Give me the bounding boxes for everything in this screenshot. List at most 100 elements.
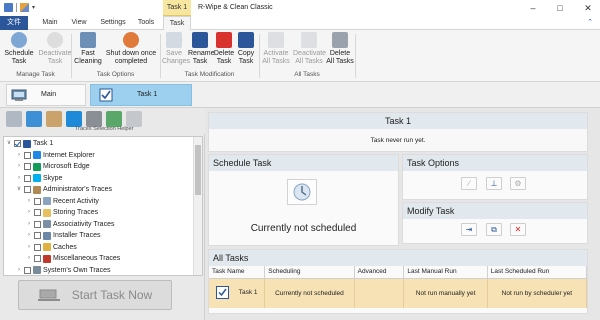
minimize-button[interactable]: – [521,0,545,16]
misc-icon [43,254,51,263]
tree-item-label: Miscellaneous Traces [53,255,121,262]
ribbon-button-schedule-task[interactable]: Schedule Task [2,32,36,66]
ribbon-button-deactivate-task[interactable]: Deactivate Task [38,32,72,66]
ribbon-button-copy-task[interactable]: Copy Task [235,32,257,66]
close-button[interactable]: ✕ [576,0,600,16]
tree-item[interactable]: › Internet Explorer [16,150,95,161]
tree-checkbox[interactable] [34,209,41,216]
last-scheduled-run-cell: Not run by scheduler yet [487,278,588,308]
traces-selection-helper: Traces Selection Helper [0,108,205,134]
collapse-arrow-icon[interactable]: › [16,161,22,172]
tree-item[interactable]: › Microsoft Edge [16,161,90,172]
tree-item[interactable]: › System's Own Traces [16,265,110,276]
collapse-arrow-icon[interactable]: › [26,207,32,218]
table-row[interactable]: Task 1 Currently not scheduled Not run m… [209,278,588,308]
tab-main[interactable]: Main [36,16,64,30]
tree-checkbox[interactable] [24,174,31,182]
dropdown-icon[interactable]: ▾ [32,4,35,11]
tree-item-label: Storing Traces [53,209,99,216]
ribbon-button-label: Schedule [4,50,34,57]
tree-checkbox[interactable] [24,151,31,159]
ribbon-tabs: 文件 Main View Settings Tools Task ⌃ [0,16,600,31]
tools-icon[interactable] [20,3,29,12]
tree-checkbox[interactable] [24,186,31,193]
cache-icon [43,243,51,251]
broom-button[interactable]: ∕ [461,177,477,190]
start-task-now-button[interactable]: Start Task Now [18,280,172,310]
collapse-arrow-icon[interactable]: › [26,242,32,253]
tree-checkbox[interactable] [34,255,41,262]
collapse-arrow-icon[interactable]: › [16,265,22,276]
expand-arrow-icon[interactable]: ∨ [6,138,12,149]
tree-item[interactable]: › Installer Traces [26,230,100,241]
app-icon[interactable] [4,3,13,12]
maximize-button[interactable]: □ [548,0,572,16]
tab-view[interactable]: View [66,16,92,30]
tree-checkbox[interactable] [34,232,41,239]
ribbon-button-activate-all-tasks[interactable]: Activate All Tasks [262,32,290,66]
tree-checkbox[interactable] [14,140,21,147]
tab-file[interactable]: 文件 [0,16,28,30]
eraser-icon [37,289,60,301]
column-header-task-name[interactable]: Task Name [209,266,266,279]
tree-item[interactable]: › Miscellaneous Traces [26,253,120,264]
tree-item[interactable]: ∨ Administrator's Traces [16,184,112,195]
registry-icon[interactable] [86,111,102,127]
collapse-arrow-icon[interactable]: › [26,253,32,264]
ribbon-button-label: Rename [188,50,215,57]
collapse-arrow-icon[interactable]: › [26,219,32,230]
copy-task-button[interactable]: ⧉ [486,223,502,236]
ribbon-button-fast-cleaning[interactable]: Fast Cleaning [74,32,102,66]
tree-checkbox[interactable] [24,266,31,274]
rename-task-button[interactable]: ⇥ [461,223,477,236]
ribbon-button-save-changes[interactable]: Save Changes [162,32,190,66]
main-mode-tab[interactable]: Main [6,84,86,106]
delete-task-button[interactable]: ✕ [510,223,526,236]
broom-icon: ∕ [468,179,470,188]
settings-icon[interactable] [126,111,142,127]
ribbon-button-delete-task[interactable]: Delete Task [213,32,235,66]
tree-item[interactable]: › Recent Activity [26,196,99,207]
column-header-scheduling[interactable]: Scheduling [264,266,355,279]
tree-scrollbar[interactable] [193,137,202,275]
task-mode-tab[interactable]: Task 1 [90,84,192,106]
schedule-task-panel: Schedule Task Currently not scheduled [208,154,399,246]
tab-task[interactable]: Task [163,16,191,31]
windows-icon[interactable] [66,111,82,127]
collapse-arrow-icon[interactable]: › [16,150,22,161]
tree-item[interactable]: › Storing Traces [26,207,98,218]
tree-checkbox[interactable] [24,163,31,170]
schedule-status: Currently not scheduled [250,223,357,234]
tree-checkbox[interactable] [34,220,41,228]
ribbon-button-delete-all-tasks[interactable]: Delete All Tasks [326,32,354,66]
collapse-arrow-icon[interactable]: › [16,173,22,184]
start-task-label: Start Task Now [71,288,153,302]
shutdown-button[interactable]: ⊥ [486,177,502,190]
tree-checkbox[interactable] [34,243,41,251]
tab-settings[interactable]: Settings [96,16,130,30]
tree-item[interactable]: › Skype [16,173,62,184]
copy-icon [238,32,254,48]
magnifier-icon[interactable] [6,111,22,127]
tree-item[interactable]: › Associativity Traces [26,219,114,230]
advanced-button[interactable]: ⚙ [510,177,526,190]
ribbon-collapse-icon[interactable]: ⌃ [582,16,598,30]
column-header-last-scheduled-run[interactable]: Last Scheduled Run [487,266,588,279]
scrollbar-thumb[interactable] [195,145,201,195]
collapse-arrow-icon[interactable]: › [26,230,32,241]
expand-arrow-icon[interactable]: ∨ [16,184,22,195]
tab-tools[interactable]: Tools [133,16,159,30]
collapse-arrow-icon[interactable]: › [26,196,32,207]
tree-item[interactable]: › Caches [26,242,77,253]
ribbon-button-shut-down-once-completed[interactable]: Shut down once completed [104,32,158,66]
schedule-button[interactable] [287,179,317,205]
ribbon-button-deactivate-all-tasks[interactable]: Deactivate All Tasks [293,32,326,66]
globe-icon[interactable] [26,111,42,127]
ribbon-button-rename-task[interactable]: Rename Task [188,32,215,66]
export-icon[interactable] [106,111,122,127]
tree-item[interactable]: ∨ Task 1 [6,138,53,149]
column-header-last-manual-run[interactable]: Last Manual Run [403,266,488,279]
user-icon[interactable] [46,111,62,127]
tree-checkbox[interactable] [34,197,41,205]
column-header-advanced[interactable]: Advanced [354,266,405,279]
